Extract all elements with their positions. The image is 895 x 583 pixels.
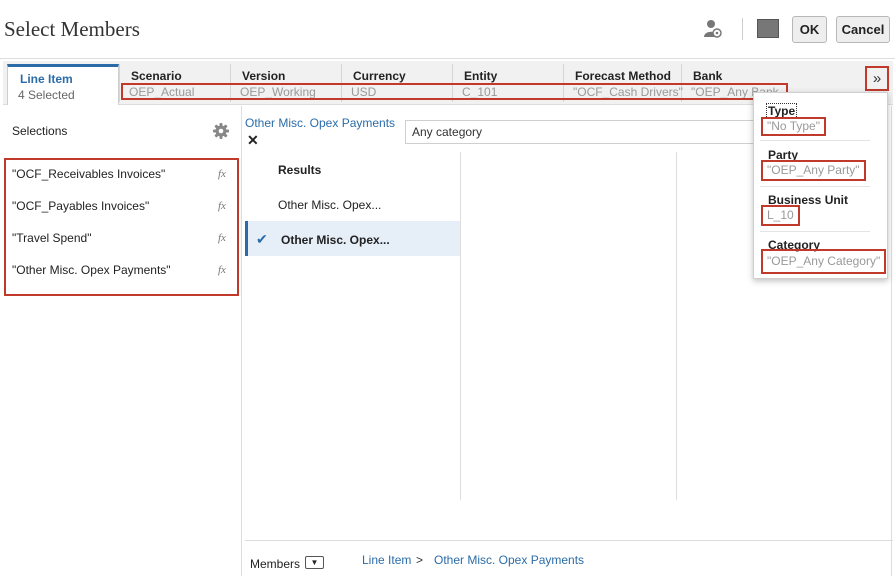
divider — [245, 540, 893, 541]
dim-version-name[interactable]: Version — [242, 69, 285, 83]
breadcrumb-separator-icon: > — [416, 553, 424, 567]
breadcrumb-current[interactable]: Other Misc. Opex Payments — [434, 553, 584, 567]
column-divider — [676, 152, 677, 500]
double-chevron-right-icon: » — [872, 70, 882, 87]
selections-title: Selections — [12, 124, 68, 138]
chevron-down-icon: ▼ — [310, 558, 319, 567]
selection-item[interactable]: "Other Misc. Opex Payments" — [12, 263, 171, 277]
members-label: Members — [250, 557, 301, 571]
dim-bank-name[interactable]: Bank — [693, 69, 722, 83]
dim-forecast-method-name[interactable]: Forecast Method — [575, 69, 671, 83]
highlight-dimension-values — [121, 83, 788, 100]
dim-scenario-name[interactable]: Scenario — [131, 69, 182, 83]
members-dropdown[interactable]: ▼ — [305, 556, 324, 569]
toolbar-divider — [742, 18, 743, 40]
close-icon[interactable]: ✕ — [247, 132, 259, 149]
popup-category-value[interactable]: "OEP_Any Category" — [761, 249, 887, 274]
dim-currency-name[interactable]: Currency — [353, 69, 406, 83]
breadcrumb-line-item[interactable]: Line Item — [362, 553, 411, 567]
search-breadcrumb-link[interactable]: Other Misc. Opex Payments — [245, 116, 395, 130]
function-icon[interactable]: fx — [218, 232, 226, 244]
cancel-button[interactable]: Cancel — [836, 16, 890, 43]
dim-entity-name[interactable]: Entity — [464, 69, 497, 83]
tab-line-item-count: 4 Selected — [18, 88, 75, 102]
user-settings-icon[interactable] — [704, 19, 722, 39]
function-icon[interactable]: fx — [218, 200, 226, 212]
divider — [760, 140, 870, 141]
divider — [760, 186, 870, 187]
selection-item[interactable]: "OCF_Payables Invoices" — [12, 199, 149, 213]
panel-border — [891, 106, 892, 576]
gear-icon[interactable] — [212, 122, 230, 140]
popup-type-value[interactable]: "No Type" — [761, 117, 826, 136]
result-item-selected-label: Other Misc. Opex... — [281, 233, 390, 247]
selection-item[interactable]: "OCF_Receivables Invoices" — [12, 167, 165, 181]
selection-item[interactable]: "Travel Spend" — [12, 231, 91, 245]
more-dimensions-button[interactable]: » — [865, 66, 889, 91]
dialog-title: Select Members — [4, 17, 140, 41]
dim-divider — [119, 64, 120, 102]
popup-business-unit-value[interactable]: L_10 — [761, 205, 800, 226]
divider — [760, 231, 870, 232]
search-input[interactable]: Any category — [405, 120, 760, 144]
divider — [0, 58, 895, 59]
function-icon[interactable]: fx — [218, 264, 226, 276]
maximize-button[interactable] — [757, 19, 779, 38]
checkmark-icon: ✔ — [256, 231, 268, 247]
ok-button[interactable]: OK — [792, 16, 827, 43]
popup-party-value[interactable]: "OEP_Any Party" — [761, 160, 866, 181]
tab-line-item-label: Line Item — [20, 72, 73, 86]
function-icon[interactable]: fx — [218, 168, 226, 180]
column-divider — [460, 152, 461, 500]
results-title: Results — [278, 163, 322, 177]
result-item[interactable]: Other Misc. Opex... — [278, 198, 381, 212]
